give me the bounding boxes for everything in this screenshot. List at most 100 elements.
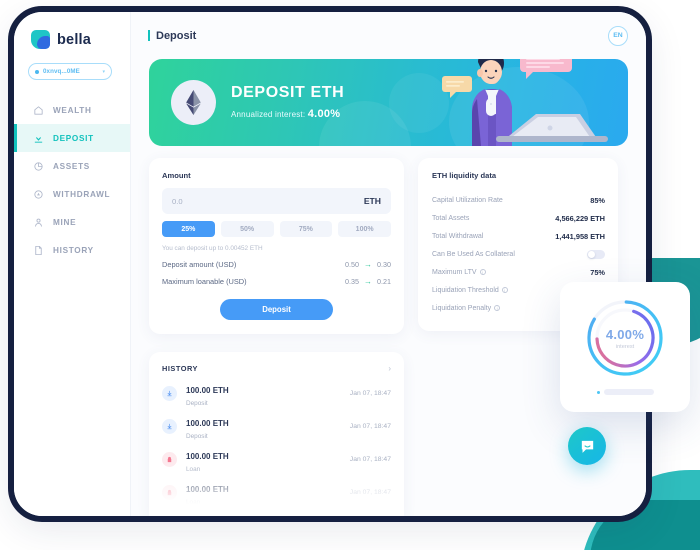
history-amount: 100.00 ETH xyxy=(186,452,229,461)
liquidity-key: Capital Utilization Rate xyxy=(432,196,503,204)
loan-lock-icon xyxy=(162,485,177,500)
liquidity-key: Maximum LTV xyxy=(432,268,477,276)
legend-placeholder-bar xyxy=(603,389,654,395)
history-date: Jan 07, 18:47 xyxy=(349,489,391,496)
history-type: Deposit xyxy=(186,433,208,440)
sidebar-item-wealth[interactable]: WEALTH xyxy=(14,96,130,124)
maximum-loanable-label: Maximum loanable (USD) xyxy=(162,277,247,286)
download-icon xyxy=(34,133,43,143)
liquidity-row-total-withdrawal: Total Withdrawal 1,441,958 ETH xyxy=(432,227,605,245)
sidebar-item-mine[interactable]: MINE xyxy=(14,208,130,236)
screenshot-stage: bella 0xnvq...0ME ▾ WEALTH DEPOSIT ASSET… xyxy=(0,0,700,550)
deposit-amount-from: 0.50 xyxy=(345,260,359,269)
amount-input-value: 0.0 xyxy=(172,196,183,206)
arrow-right-icon: → xyxy=(364,276,372,286)
liquidity-key: Can Be Used As Collateral xyxy=(432,250,515,258)
liquidity-value: 85% xyxy=(590,195,605,205)
sidebar-item-assets[interactable]: ASSETS xyxy=(14,152,130,180)
chat-bubble-smile-icon xyxy=(581,440,593,453)
withdraw-icon xyxy=(34,189,43,199)
banner-title: DEPOSIT ETH xyxy=(231,84,345,101)
history-amount: 100.00 ETH xyxy=(186,386,229,395)
info-icon[interactable]: i xyxy=(479,269,486,275)
liquidity-card-title: ETH liquidity data xyxy=(432,171,497,180)
ethereum-icon xyxy=(171,80,216,125)
page-title: Deposit xyxy=(148,30,196,42)
deposit-banner: DEPOSIT ETH Annualized interest: 4.00% xyxy=(149,59,628,146)
percent-selector: 25% 50% 75% 100% xyxy=(162,221,391,237)
banner-subtitle-label: Annualized interest: xyxy=(231,110,306,119)
maximum-loanable-to: 0.21 xyxy=(377,277,391,286)
sidebar-item-label: WITHDRAWL xyxy=(53,189,111,199)
liquidity-key: Liquidation Threshold xyxy=(432,286,499,294)
deposit-amount-row: Deposit amount (USD) 0.50 → 0.30 xyxy=(162,260,391,269)
info-icon[interactable]: i xyxy=(494,305,501,311)
history-date: Jan 07, 18:47 xyxy=(349,423,391,430)
brand-name: bella xyxy=(57,31,92,48)
topbar: Deposit EN xyxy=(131,12,646,59)
collateral-toggle[interactable] xyxy=(587,249,605,259)
history-type: Deposit xyxy=(186,400,208,407)
percent-button-100[interactable]: 100% xyxy=(338,221,391,237)
info-icon[interactable]: i xyxy=(501,287,508,293)
loan-lock-icon xyxy=(162,452,177,467)
percent-button-25[interactable]: 25% xyxy=(162,221,215,237)
bella-logo-icon xyxy=(31,30,50,49)
sidebar-item-deposit[interactable]: DEPOSIT xyxy=(14,124,130,152)
history-row[interactable]: 100.00 ETH Deposit Jan 07, 18:47 xyxy=(162,377,391,410)
history-card: HISTORY › 100.00 ETH Deposit Jan 07, 18:… xyxy=(149,352,404,516)
history-title: HISTORY xyxy=(162,364,198,373)
history-row[interactable]: 100.00 ETH Loan Jan 07, 18:47 xyxy=(162,509,391,516)
chevron-right-icon[interactable]: › xyxy=(388,364,391,373)
history-amount: 100.00 ETH xyxy=(186,485,229,494)
title-accent-bar xyxy=(148,30,150,41)
deposit-limit-hint: You can deposit up to 0.00452 ETH xyxy=(162,245,263,252)
wallet-address-label: 0xnvq...0ME xyxy=(43,68,80,75)
brand-logo[interactable]: bella xyxy=(14,12,130,49)
liquidity-value: 1,441,958 ETH xyxy=(555,231,605,241)
liquidity-value: 4,566,229 ETH xyxy=(555,213,605,223)
user-icon xyxy=(35,218,42,227)
legend-dot-icon xyxy=(596,390,600,394)
history-date: Jan 07, 18:47 xyxy=(349,456,391,463)
cards-row: Amount 0.0 ETH 25% 50% 75% 100% You can … xyxy=(149,158,628,334)
deposit-arrow-icon xyxy=(162,386,177,401)
banner-subtitle: Annualized interest: 4.00% xyxy=(231,108,344,120)
maximum-loanable-row: Maximum loanable (USD) 0.35 → 0.21 xyxy=(162,277,391,286)
liquidity-row-maximum-ltv: Maximum LTV i 75% xyxy=(432,263,605,281)
history-type: Loan xyxy=(186,499,201,506)
percent-button-50[interactable]: 50% xyxy=(220,221,274,237)
donut-center-labels: 4.00% interest xyxy=(584,297,666,379)
sidebar-item-withdrawl[interactable]: WITHDRAWL xyxy=(14,180,130,208)
sidebar-item-label: WEALTH xyxy=(53,105,92,115)
language-button[interactable]: EN xyxy=(608,25,628,46)
donut-caption: interest xyxy=(615,343,635,350)
liquidity-row-capital-utilization: Capital Utilization Rate 85% xyxy=(432,191,605,209)
liquidity-key: Liquidation Penalty xyxy=(432,304,492,312)
chat-support-button[interactable] xyxy=(568,427,606,465)
deposit-submit-button[interactable]: Deposit xyxy=(220,299,333,320)
person-with-laptop-illustration xyxy=(442,59,608,146)
percent-button-75[interactable]: 75% xyxy=(279,221,333,237)
liquidity-row-total-assets: Total Assets 4,566,229 ETH xyxy=(432,209,605,227)
donut-percent-value: 4.00% xyxy=(605,326,645,342)
history-row[interactable]: 100.00 ETH Deposit Jan 07, 18:47 xyxy=(162,410,391,443)
deposit-amount-to: 0.30 xyxy=(377,260,391,269)
donut-legend xyxy=(596,389,654,395)
banner-blob-b xyxy=(389,73,449,133)
history-row[interactable]: 100.00 ETH Loan Jan 07, 18:47 xyxy=(162,443,391,476)
amount-unit-label: ETH xyxy=(363,196,381,206)
sidebar-item-history[interactable]: HISTORY xyxy=(14,236,130,264)
amount-input[interactable]: 0.0 ETH xyxy=(162,188,391,214)
wallet-address-chip[interactable]: 0xnvq...0ME ▾ xyxy=(28,63,112,80)
chevron-down-icon: ▾ xyxy=(102,68,105,75)
sidebar-item-label: MINE xyxy=(53,217,77,227)
history-type: Loan xyxy=(186,466,201,473)
history-row[interactable]: 100.00 ETH Loan Jan 07, 18:47 xyxy=(162,476,391,509)
page-title-text: Deposit xyxy=(156,29,197,42)
sidebar-nav: WEALTH DEPOSIT ASSETS WITHDRAWL MINE HIS… xyxy=(14,96,130,264)
history-amount: 100.00 ETH xyxy=(186,419,229,428)
app-window: bella 0xnvq...0ME ▾ WEALTH DEPOSIT ASSET… xyxy=(14,12,646,516)
liquidity-row-collateral: Can Be Used As Collateral xyxy=(432,245,605,263)
sidebar-item-label: HISTORY xyxy=(53,245,94,255)
